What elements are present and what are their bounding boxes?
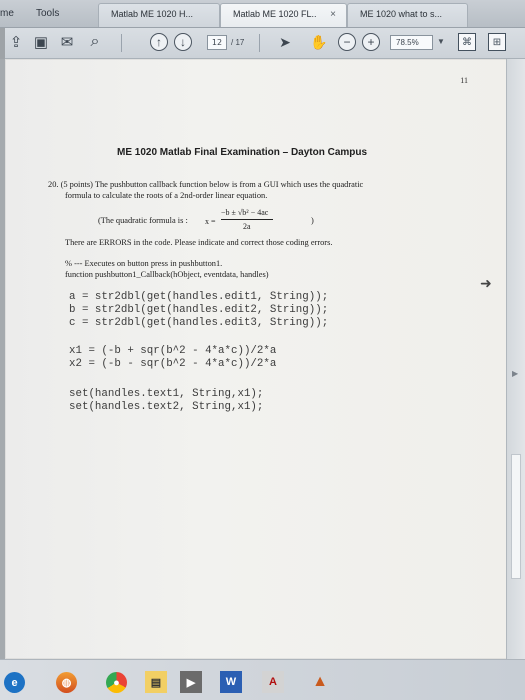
select-icon[interactable]: ➤ [276, 33, 294, 51]
code-line: x1 = (-b + sqr(b^2 - 4*a*c))/2*a [69, 345, 277, 357]
share-icon[interactable]: ⇪ [7, 33, 25, 51]
up-icon[interactable]: ↑ [150, 33, 168, 51]
scrollbar-thumb[interactable] [511, 454, 521, 579]
formula-fraction-line [221, 219, 273, 220]
formula-intro: (The quadratic formula is : [98, 216, 188, 225]
cursor-icon: ➜ [480, 275, 492, 291]
tab-matlab-h[interactable]: Matlab ME 1020 H... [98, 3, 220, 27]
matlab-icon[interactable]: ▲ [309, 671, 331, 693]
code-comment: % --- Executes on button press in pushbu… [65, 259, 223, 268]
tools-menu[interactable]: Tools [36, 8, 59, 19]
page-number-input[interactable]: 12 [207, 35, 227, 50]
tool-icon[interactable]: ⌘ [458, 33, 476, 51]
toolbar-separator [121, 34, 122, 52]
instruction-text: There are ERRORS in the code. Please ind… [65, 238, 333, 247]
code-line: x2 = (-b - sqr(b^2 - 4*a*c))/2*a [69, 358, 277, 370]
browser-tab-strip: me Tools Matlab ME 1020 H... Matlab ME 1… [0, 0, 525, 28]
tab-what-to-study[interactable]: ME 1020 what to s... [347, 3, 468, 27]
formula-denominator: 2a [243, 222, 251, 231]
tab-matlab-fl[interactable]: Matlab ME 1020 FL.. × [220, 3, 347, 27]
code-line: set(handles.text1, String,x1); [69, 388, 264, 400]
acrobat-icon[interactable]: A [262, 671, 284, 693]
media-icon[interactable]: ▶ [180, 671, 202, 693]
print-icon[interactable]: ▣ [32, 33, 50, 51]
tab-label: Matlab ME 1020 FL.. [233, 9, 317, 19]
chevron-down-icon[interactable]: ▼ [437, 37, 445, 46]
formula-end: ) [311, 216, 314, 225]
folder-icon[interactable]: ▤ [145, 671, 167, 693]
down-icon[interactable]: ↓ [174, 33, 192, 51]
quadratic-formula: x = −b ± √b² − 4ac 2a [205, 208, 295, 236]
zoom-in-icon[interactable]: + [362, 33, 380, 51]
partial-tab-label[interactable]: me [0, 8, 14, 19]
page-count: / 17 [231, 38, 245, 47]
mail-icon[interactable]: ✉ [58, 33, 76, 51]
hand-icon[interactable]: ✋ [310, 33, 328, 51]
code-line: b = str2dbl(get(handles.edit2, String)); [69, 304, 329, 316]
zoom-out-icon[interactable]: − [338, 33, 356, 51]
page-number: 11 [460, 76, 468, 85]
chrome-icon[interactable]: ● [106, 672, 127, 693]
start-icon[interactable]: e [4, 672, 25, 693]
tab-label: ME 1020 what to s... [360, 9, 443, 19]
code-line: a = str2dbl(get(handles.edit1, String)); [69, 291, 329, 303]
function-signature: function pushbutton1_Callback(hObject, e… [65, 270, 269, 279]
word-icon[interactable]: W [220, 671, 242, 693]
zoom-select[interactable]: 78.5% [390, 35, 433, 50]
document-viewer: 11 ME 1020 Matlab Final Examination – Da… [0, 59, 525, 659]
pdf-toolbar: ⇪ ▣ ✉ ⌕ ↑ ↓ 12 / 17 ➤ ✋ − + 78.5% ▼ ⌘ ⊞ [0, 28, 525, 59]
question-line: formula to calculate the roots of a 2nd-… [65, 191, 268, 200]
tool-icon[interactable]: ⊞ [488, 33, 506, 51]
firefox-icon[interactable]: ◍ [56, 672, 77, 693]
question-line: 20. (5 points) The pushbutton callback f… [48, 180, 364, 189]
exam-title: ME 1020 Matlab Final Examination – Dayto… [117, 147, 368, 158]
search-icon[interactable]: ⌕ [86, 33, 104, 51]
code-line: set(handles.text2, String,x1); [69, 401, 264, 413]
toolbar-separator [259, 34, 260, 52]
scroll-arrow-icon[interactable]: ▶ [512, 369, 518, 378]
formula-numerator: −b ± √b² − 4ac [221, 208, 269, 217]
taskbar: e ◍ ● ▤ ▶ W A ▲ [0, 659, 525, 700]
vertical-scrollbar[interactable]: ▶ [506, 59, 525, 659]
pdf-page: 11 ME 1020 Matlab Final Examination – Da… [5, 59, 508, 659]
close-icon[interactable]: × [330, 9, 336, 20]
tab-label: Matlab ME 1020 H... [111, 9, 194, 19]
formula-variable: x = [205, 217, 216, 226]
screen: me Tools Matlab ME 1020 H... Matlab ME 1… [0, 0, 525, 700]
code-line: c = str2dbl(get(handles.edit3, String)); [69, 317, 329, 329]
